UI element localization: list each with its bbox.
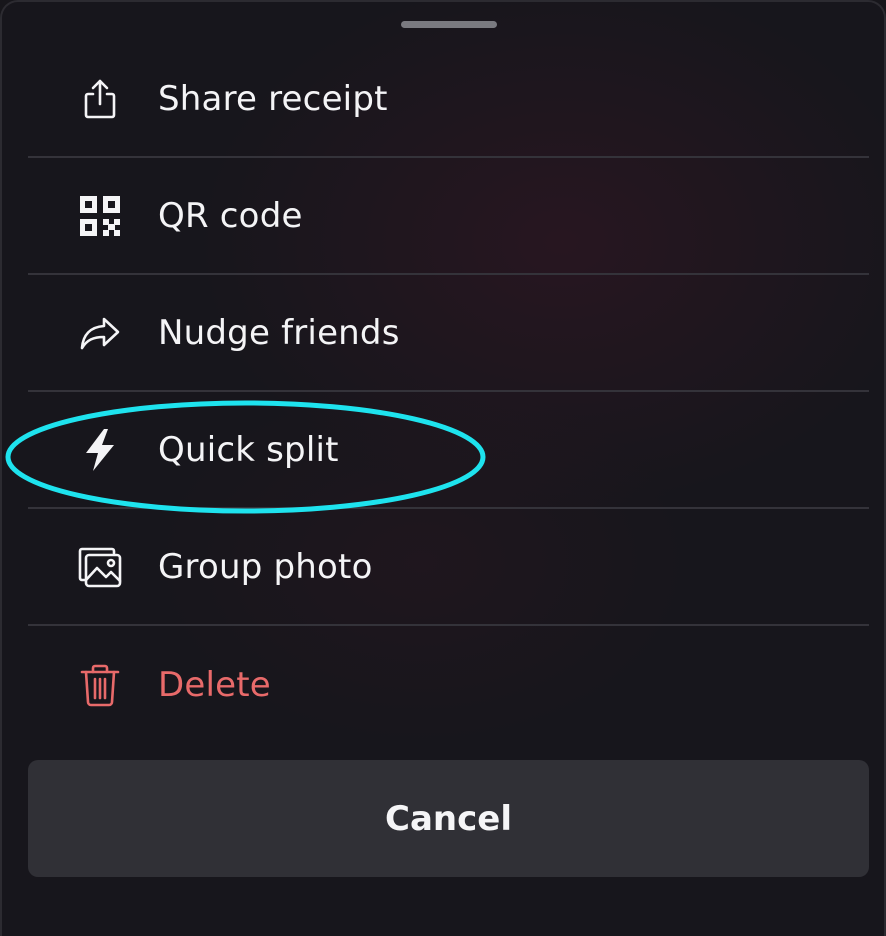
photo-gallery-icon — [78, 545, 122, 589]
menu-item-label: QR code — [158, 196, 303, 236]
menu-item-label: Delete — [158, 665, 271, 705]
trash-icon — [78, 663, 122, 707]
menu-item-label: Share receipt — [158, 79, 388, 119]
menu-item-label: Group photo — [158, 547, 373, 587]
qr-code-icon — [78, 194, 122, 238]
cancel-button[interactable]: Cancel — [28, 760, 869, 877]
menu-item-group-photo[interactable]: Group photo — [28, 510, 869, 626]
action-sheet: Share receipt QR code Nudge friends Quic… — [0, 0, 886, 936]
drag-handle[interactable] — [401, 21, 497, 28]
menu-item-qr-code[interactable]: QR code — [28, 159, 869, 275]
menu-item-label: Quick split — [158, 430, 339, 470]
menu-item-nudge-friends[interactable]: Nudge friends — [28, 276, 869, 392]
menu-item-delete[interactable]: Delete — [28, 627, 869, 743]
menu-item-share-receipt[interactable]: Share receipt — [28, 42, 869, 158]
forward-arrow-icon — [78, 311, 122, 355]
menu-item-label: Nudge friends — [158, 313, 400, 353]
share-icon — [78, 77, 122, 121]
lightning-bolt-icon — [78, 428, 122, 472]
menu-item-quick-split[interactable]: Quick split — [28, 393, 869, 509]
